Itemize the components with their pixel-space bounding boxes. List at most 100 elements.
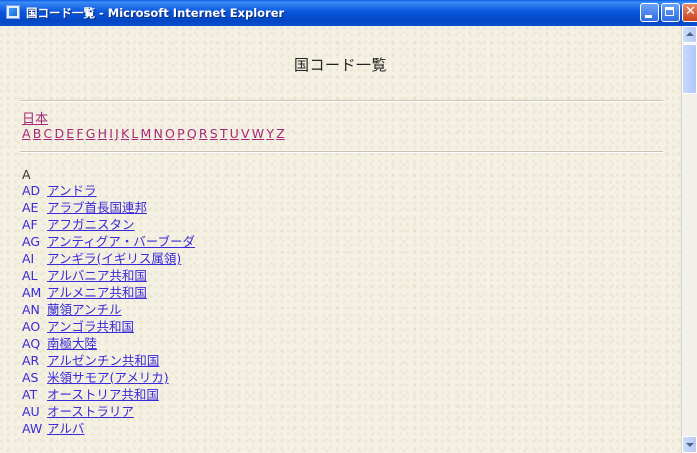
alphabet-link-l[interactable]: L bbox=[131, 126, 138, 141]
close-button[interactable] bbox=[682, 3, 697, 22]
country-code: AW bbox=[22, 421, 43, 436]
country-code: AS bbox=[22, 370, 39, 385]
divider-bottom bbox=[20, 151, 663, 153]
list-item: AF アフガニスタン bbox=[22, 216, 195, 233]
list-item: AN 蘭領アンチル bbox=[22, 301, 195, 318]
country-name: 米領サモア(アメリカ) bbox=[47, 370, 169, 385]
country-link[interactable]: AM アルメニア共和国 bbox=[22, 285, 147, 300]
list-item: AR アルゼンチン共和国 bbox=[22, 352, 195, 369]
alphabet-link-f[interactable]: F bbox=[76, 126, 83, 141]
alphabet-link-o[interactable]: O bbox=[165, 126, 175, 141]
alphabet-link-c[interactable]: C bbox=[44, 126, 53, 141]
country-code: AD bbox=[22, 183, 41, 198]
country-link[interactable]: AT オーストリア共和国 bbox=[22, 387, 159, 402]
alphabet-link-a[interactable]: A bbox=[22, 126, 31, 141]
list-item: AS 米領サモア(アメリカ) bbox=[22, 369, 195, 386]
country-code: AR bbox=[22, 353, 40, 368]
country-link[interactable]: AD アンドラ bbox=[22, 183, 97, 198]
scroll-thumb[interactable] bbox=[682, 44, 697, 94]
alphabet-link-d[interactable]: D bbox=[54, 126, 64, 141]
country-name: オーストリア共和国 bbox=[47, 387, 159, 402]
list-item: AW アルバ bbox=[22, 420, 195, 437]
country-code: AG bbox=[22, 234, 41, 249]
divider-top bbox=[20, 100, 663, 102]
alphabet-link-g[interactable]: G bbox=[86, 126, 96, 141]
country-code: AE bbox=[22, 200, 39, 215]
scroll-up-arrow-icon[interactable] bbox=[682, 26, 697, 43]
alphabet-link-z[interactable]: Z bbox=[276, 126, 285, 141]
country-name: アフガニスタン bbox=[47, 217, 135, 232]
country-link[interactable]: AU オーストラリア bbox=[22, 404, 134, 419]
alphabet-link-u[interactable]: U bbox=[230, 126, 239, 141]
vertical-scrollbar[interactable] bbox=[681, 26, 697, 453]
country-name: アラブ首長国連邦 bbox=[47, 200, 148, 215]
country-code: AO bbox=[22, 319, 41, 334]
country-code: AN bbox=[22, 302, 40, 317]
country-name: アルメニア共和国 bbox=[47, 285, 147, 300]
country-link[interactable]: AL アルバニア共和国 bbox=[22, 268, 147, 283]
country-link[interactable]: AS 米領サモア(アメリカ) bbox=[22, 370, 169, 385]
alphabet-link-p[interactable]: P bbox=[177, 126, 185, 141]
country-code: AL bbox=[22, 268, 38, 283]
country-name: アルゼンチン共和国 bbox=[47, 353, 160, 368]
list-item: AU オーストラリア bbox=[22, 403, 195, 420]
list-item: AD アンドラ bbox=[22, 182, 195, 199]
country-name: 南極大陸 bbox=[47, 336, 98, 351]
alphabet-link-r[interactable]: R bbox=[199, 126, 208, 141]
section-letter: A bbox=[22, 167, 31, 182]
alphabet-link-y[interactable]: Y bbox=[266, 126, 274, 141]
list-item: AI アンギラ(イギリス属領) bbox=[22, 250, 195, 267]
alphabet-link-i[interactable]: I bbox=[109, 126, 113, 141]
list-item: AO アンゴラ共和国 bbox=[22, 318, 195, 335]
country-code: AU bbox=[22, 404, 40, 419]
country-list: AD アンドラ AE アラブ首長国連邦 AF アフガニスタン AG アンティグア・バーブーダ A… bbox=[22, 182, 195, 437]
country-name: アンギラ(イギリス属領) bbox=[47, 251, 182, 266]
alphabet-link-m[interactable]: M bbox=[141, 126, 152, 141]
maximize-button[interactable] bbox=[661, 3, 680, 22]
alphabet-link-j[interactable]: J bbox=[115, 126, 119, 141]
alphabet-link-t[interactable]: T bbox=[220, 126, 228, 141]
country-link[interactable]: AI アンギラ(イギリス属領) bbox=[22, 251, 181, 266]
alphabet-link-n[interactable]: N bbox=[154, 126, 163, 141]
country-link[interactable]: AF アフガニスタン bbox=[22, 217, 135, 232]
country-name: アンドラ bbox=[47, 183, 97, 198]
alphabet-link-v[interactable]: V bbox=[241, 126, 250, 141]
alphabet-link-e[interactable]: E bbox=[66, 126, 74, 141]
country-link[interactable]: AG アンティグア・バーブーダ bbox=[22, 234, 195, 249]
alphabet-link-b[interactable]: B bbox=[33, 126, 42, 141]
japan-link[interactable]: 日本 bbox=[22, 108, 48, 127]
country-link[interactable]: AN 蘭領アンチル bbox=[22, 302, 122, 317]
list-item: AM アルメニア共和国 bbox=[22, 284, 195, 301]
list-item: AG アンティグア・バーブーダ bbox=[22, 233, 195, 250]
list-item: AT オーストリア共和国 bbox=[22, 386, 195, 403]
alphabet-link-q[interactable]: Q bbox=[187, 126, 197, 141]
page-title: 国コード一覧 bbox=[293, 56, 387, 74]
alphabet-link-k[interactable]: K bbox=[121, 126, 129, 141]
country-link[interactable]: AR アルゼンチン共和国 bbox=[22, 353, 159, 368]
country-name: アンゴラ共和国 bbox=[47, 319, 135, 334]
country-link[interactable]: AO アンゴラ共和国 bbox=[22, 319, 134, 334]
alphabet-nav: ABCDEFGHIJKLMNOPQRSTUVWYZ bbox=[22, 126, 287, 141]
country-code: AM bbox=[22, 285, 42, 300]
country-name: 蘭領アンチル bbox=[47, 302, 122, 317]
country-code: AI bbox=[22, 251, 35, 266]
country-name: アルバ bbox=[47, 421, 85, 436]
ie-window: 国コード一覧 - Microsoft Internet Explorer 国コー… bbox=[0, 0, 697, 453]
scroll-down-arrow-icon[interactable] bbox=[682, 436, 697, 453]
title-bar[interactable]: 国コード一覧 - Microsoft Internet Explorer bbox=[0, 0, 697, 26]
list-item: AL アルバニア共和国 bbox=[22, 267, 195, 284]
country-link[interactable]: AW アルバ bbox=[22, 421, 84, 436]
alphabet-link-w[interactable]: W bbox=[252, 126, 264, 141]
country-name: オーストラリア bbox=[47, 404, 134, 419]
internet-explorer-icon bbox=[6, 5, 20, 19]
page-content: 国コード一覧 日本 ABCDEFGHIJKLMNOPQRSTUVWYZ A AD… bbox=[0, 26, 681, 453]
country-link[interactable]: AE アラブ首長国連邦 bbox=[22, 200, 147, 215]
minimize-button[interactable] bbox=[640, 3, 659, 22]
list-item: AE アラブ首長国連邦 bbox=[22, 199, 195, 216]
country-link[interactable]: AQ 南極大陸 bbox=[22, 336, 97, 351]
alphabet-link-s[interactable]: S bbox=[210, 126, 218, 141]
alphabet-link-h[interactable]: H bbox=[98, 126, 107, 141]
country-code: AF bbox=[22, 217, 38, 232]
country-code: AT bbox=[22, 387, 38, 402]
window-title: 国コード一覧 - Microsoft Internet Explorer bbox=[26, 6, 285, 20]
